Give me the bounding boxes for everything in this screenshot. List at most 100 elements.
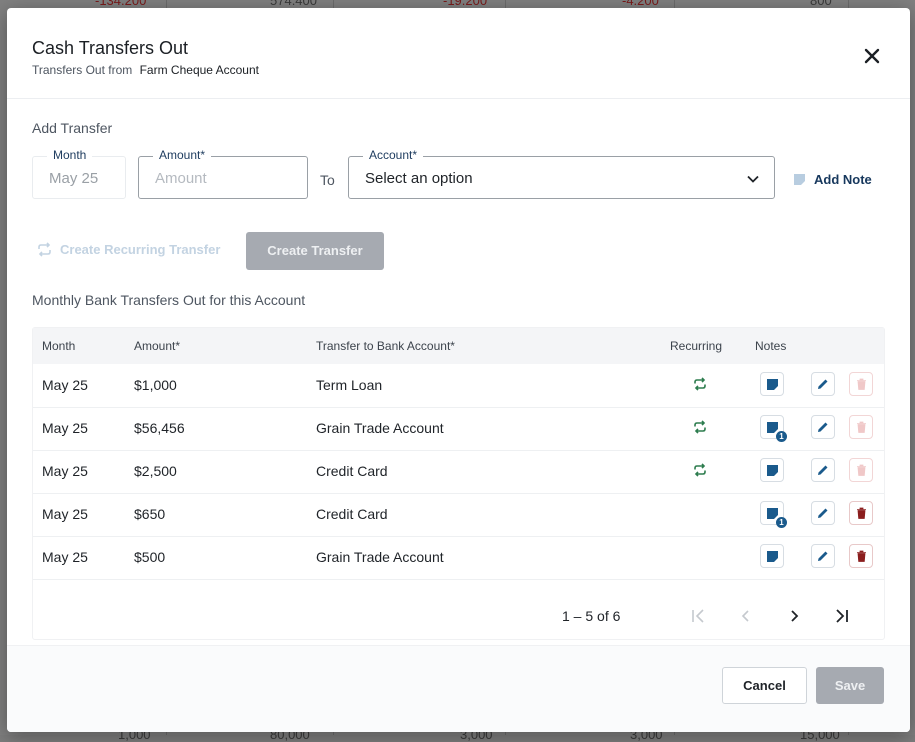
bg-cell: 800 (810, 0, 832, 8)
pencil-icon (818, 422, 828, 432)
notes-button[interactable] (760, 544, 784, 568)
trash-icon (856, 507, 866, 519)
modal-header: Cash Transfers Out Transfers Out from Fa… (7, 8, 910, 99)
notes-button[interactable]: 1 (760, 501, 787, 528)
create-recurring-transfer-button[interactable]: Create Recurring Transfer (37, 242, 220, 257)
last-page-button[interactable] (834, 608, 850, 629)
table-row: May 25 $56,456 Grain Trade Account 1 (33, 407, 884, 451)
cell-month: May 25 (42, 549, 88, 565)
create-transfer-button[interactable]: Create Transfer (246, 232, 384, 270)
notes-button[interactable]: 1 (760, 415, 787, 442)
pencil-icon (818, 508, 828, 518)
table-row: May 25 $650 Credit Card 1 (33, 493, 884, 537)
table-row: May 25 $1,000 Term Loan (33, 364, 884, 408)
cell-amount: $500 (134, 549, 166, 565)
add-note-label: Add Note (814, 172, 872, 187)
recurring-label: Create Recurring Transfer (60, 242, 221, 257)
modal-subtitle: Transfers Out from Farm Cheque Account (32, 63, 259, 77)
modal-title: Cash Transfers Out (32, 38, 189, 58)
close-button[interactable] (862, 46, 882, 66)
note-icon (766, 550, 778, 562)
cell-account: Credit Card (316, 463, 388, 479)
delete-button[interactable] (849, 544, 873, 568)
trash-icon (856, 421, 866, 433)
edit-button[interactable] (811, 458, 835, 482)
delete-button[interactable] (849, 372, 873, 396)
amount-field[interactable]: Amount* Amount (138, 148, 308, 199)
trash-icon (856, 464, 866, 476)
cell-amount: $2,500 (134, 463, 177, 479)
cell-account: Grain Trade Account (316, 420, 444, 436)
bg-cell: -134.200 (95, 0, 147, 8)
note-icon (766, 464, 778, 476)
cancel-button[interactable]: Cancel (722, 667, 807, 704)
cell-month: May 25 (42, 506, 88, 522)
account-value: Select an option (365, 170, 473, 187)
chevron-down-icon (747, 175, 759, 183)
note-icon (766, 378, 778, 390)
delete-button[interactable] (849, 415, 873, 439)
trash-icon (856, 550, 866, 562)
repeat-icon (38, 242, 51, 257)
table-row: May 25 $2,500 Credit Card (33, 450, 884, 494)
note-icon (766, 421, 778, 433)
account-select[interactable]: Account* Select an option (348, 148, 775, 199)
edit-button[interactable] (811, 415, 835, 439)
cell-month: May 25 (42, 377, 88, 393)
repeat-icon (694, 420, 706, 434)
notes-count-badge: 1 (776, 517, 787, 528)
notes-button[interactable] (760, 458, 784, 482)
notes-count-badge: 1 (776, 431, 787, 442)
cell-amount: $650 (134, 506, 166, 522)
chevron-right-icon (791, 610, 799, 622)
previous-page-button[interactable] (738, 608, 754, 629)
amount-placeholder: Amount (155, 170, 207, 187)
subtitle-prefix: Transfers Out from (32, 63, 133, 77)
repeat-icon (694, 463, 706, 477)
delete-button[interactable] (849, 501, 873, 525)
edit-button[interactable] (811, 372, 835, 396)
bg-cell: -4.200 (622, 0, 659, 8)
month-label: Month (47, 148, 93, 162)
pagination-range: 1 – 5 of 6 (562, 608, 621, 624)
add-note-button[interactable]: Add Note (793, 172, 872, 187)
column-header-amount: Amount* (134, 339, 181, 353)
first-page-icon (692, 609, 704, 623)
pencil-icon (818, 379, 828, 389)
bg-cell: 574.400 (270, 0, 317, 8)
cell-amount: $56,456 (134, 420, 185, 436)
repeat-icon (694, 377, 706, 391)
close-icon (864, 48, 880, 64)
note-icon (794, 174, 805, 185)
month-value: May 25 (49, 170, 99, 187)
cell-month: May 25 (42, 420, 88, 436)
transfers-table: Month Amount* Transfer to Bank Account* … (32, 327, 885, 640)
month-field[interactable]: Month May 25 (32, 148, 126, 199)
cell-account: Grain Trade Account (316, 549, 444, 565)
account-label: Account* (363, 148, 424, 162)
chevron-left-icon (741, 610, 749, 622)
edit-button[interactable] (811, 544, 835, 568)
table-row: May 25 $500 Grain Trade Account (33, 536, 884, 580)
to-label: To (320, 172, 335, 188)
last-page-icon (836, 609, 848, 623)
save-button[interactable]: Save (816, 667, 884, 704)
column-header-account: Transfer to Bank Account* (316, 339, 455, 353)
amount-label: Amount* (153, 148, 212, 162)
edit-button[interactable] (811, 501, 835, 525)
notes-button[interactable] (760, 372, 784, 396)
pencil-icon (818, 551, 828, 561)
next-page-button[interactable] (786, 608, 802, 629)
delete-button[interactable] (849, 458, 873, 482)
note-icon (766, 507, 778, 519)
add-transfer-label: Add Transfer (32, 120, 113, 136)
cell-month: May 25 (42, 463, 88, 479)
column-header-month: Month (42, 339, 76, 353)
cash-transfers-modal: Cash Transfers Out Transfers Out from Fa… (7, 8, 910, 732)
pencil-icon (818, 465, 828, 475)
cell-amount: $1,000 (134, 377, 177, 393)
monthly-transfers-label: Monthly Bank Transfers Out for this Acco… (32, 292, 306, 308)
bg-cell: -19.200 (443, 0, 488, 8)
first-page-button[interactable] (690, 608, 706, 629)
column-header-recurring: Recurring (670, 339, 723, 353)
